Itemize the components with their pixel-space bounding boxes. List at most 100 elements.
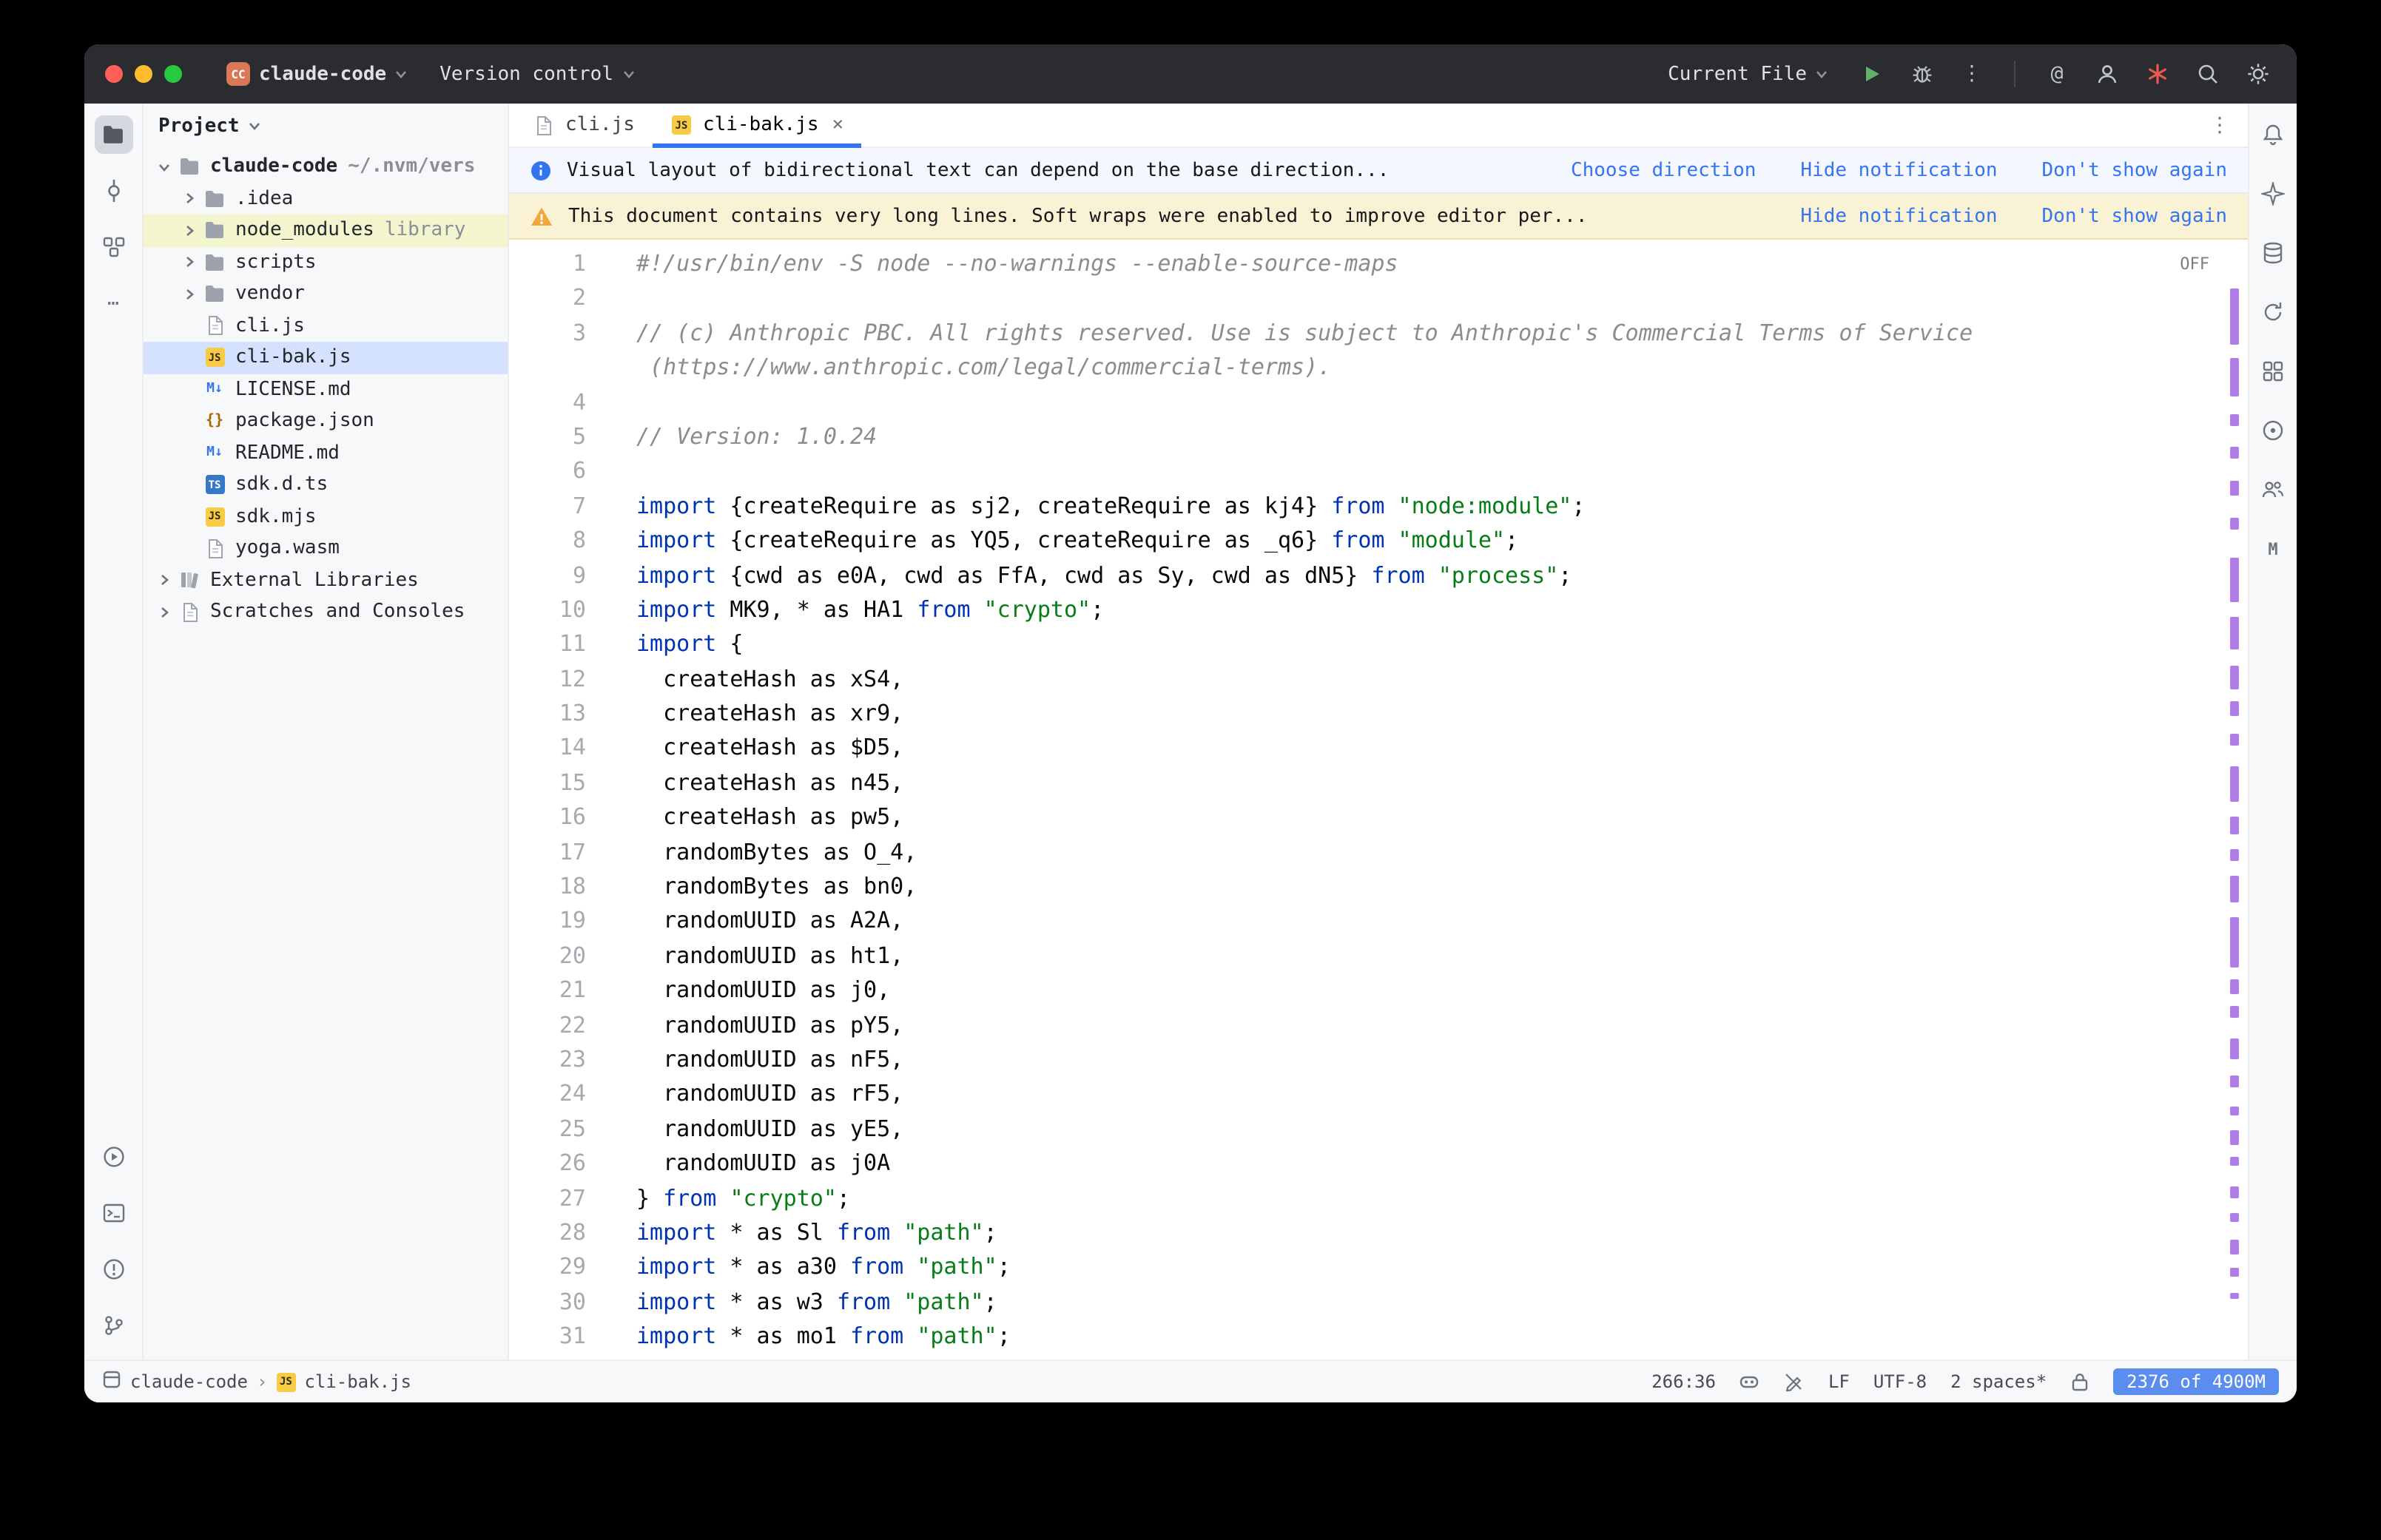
tree-item-sdk-mjs[interactable]: JSsdk.mjs	[144, 501, 508, 533]
code-line-6[interactable]: 6	[509, 455, 2248, 490]
commit-tool-icon[interactable]	[94, 172, 132, 210]
chevron-right-icon[interactable]	[152, 607, 175, 618]
code-line-28[interactable]: 28import * as Sl from "path";	[509, 1216, 2248, 1251]
breadcrumb-file[interactable]: cli-bak.js	[304, 1371, 411, 1392]
minimize-button[interactable]	[135, 65, 152, 83]
tree-item-scratches-and-consoles[interactable]: Scratches and Consoles	[144, 596, 508, 628]
tree-item-vendor[interactable]: vendor	[144, 278, 508, 310]
settings-button[interactable]	[2243, 59, 2273, 89]
code-line-15[interactable]: 15 createHash as n45,	[509, 766, 2248, 801]
more-tool-icon[interactable]: ⋯	[94, 284, 132, 322]
tree-item-readme-md[interactable]: M↓README.md	[144, 437, 508, 469]
git-tool-icon[interactable]	[94, 1306, 132, 1345]
code-line-30[interactable]: 30import * as w3 from "path";	[509, 1285, 2248, 1320]
build-tool-icon[interactable]	[2254, 411, 2292, 450]
plugin-alert-icon[interactable]	[2143, 59, 2172, 89]
services-tool-icon[interactable]	[94, 1138, 132, 1176]
code-line-5[interactable]: 5// Version: 1.0.24	[509, 420, 2248, 455]
tree-item-claude-code[interactable]: claude-code~/.nvm/vers	[144, 151, 508, 183]
code-line-27[interactable]: 27} from "crypto";	[509, 1181, 2248, 1216]
chevron-right-icon[interactable]	[178, 193, 200, 205]
plugins-tool-icon[interactable]	[2254, 352, 2292, 391]
ai-assistant-tool-icon[interactable]	[2254, 175, 2292, 213]
code-line-19[interactable]: 19 randomUUID as A2A,	[509, 905, 2248, 939]
notifications-tool-icon[interactable]	[2254, 115, 2292, 154]
code-line-26[interactable]: 26 randomUUID as j0A	[509, 1146, 2248, 1181]
zoom-button[interactable]	[164, 65, 182, 83]
vcs-widget[interactable]: Version control	[431, 57, 643, 91]
indent-widget[interactable]: 2 spaces*	[1950, 1371, 2047, 1392]
code-line-18[interactable]: 18 randomBytes as bn0,	[509, 870, 2248, 905]
settings-sync-tool-icon[interactable]	[2254, 293, 2292, 331]
maven-tool-icon[interactable]: M	[2254, 530, 2292, 568]
code-line-23[interactable]: 23 randomUUID as nF5,	[509, 1043, 2248, 1078]
chevron-right-icon[interactable]	[152, 575, 175, 587]
database-tool-icon[interactable]	[2254, 234, 2292, 272]
tree-item-yoga-wasm[interactable]: yoga.wasm	[144, 533, 508, 564]
code-line-31[interactable]: 31import * as mo1 from "path";	[509, 1320, 2248, 1354]
tree-item-license-md[interactable]: M↓LICENSE.md	[144, 374, 508, 405]
project-widget[interactable]: CC claude-code	[218, 56, 416, 92]
encoding-widget[interactable]: UTF-8	[1873, 1371, 1927, 1392]
code-line-14[interactable]: 14 createHash as $D5,	[509, 732, 2248, 766]
code-line-13[interactable]: 13 createHash as xr9,	[509, 697, 2248, 732]
warn-dont-show-again-link[interactable]: Don't show again	[2042, 205, 2227, 227]
code-editor[interactable]: 1#!/usr/bin/env -S node --no-warnings --…	[509, 240, 2248, 1360]
code-line-25[interactable]: 25 randomUUID as yE5,	[509, 1112, 2248, 1147]
code-line-22[interactable]: 22 randomUUID as pY5,	[509, 1008, 2248, 1043]
code-line-4[interactable]: 4	[509, 385, 2248, 420]
code-line-10[interactable]: 10import MK9, * as HA1 from "crypto";	[509, 593, 2248, 628]
readonly-lock-icon[interactable]	[2070, 1371, 2089, 1392]
highlighting-level-icon[interactable]	[1784, 1371, 1805, 1392]
mentions-icon[interactable]: @	[2042, 59, 2072, 89]
caret-position-widget[interactable]: 266:36	[1651, 1371, 1716, 1392]
run-configuration-selector[interactable]: Current File	[1659, 57, 1836, 91]
tab-cli-js[interactable]: cli.js	[515, 104, 653, 146]
problems-tool-icon[interactable]	[94, 1250, 132, 1289]
tree-item-scripts[interactable]: scripts	[144, 246, 508, 278]
code-line-21[interactable]: 21 randomUUID as j0,	[509, 973, 2248, 1008]
close-tab-icon[interactable]: ×	[832, 114, 844, 136]
warn-hide-notification-link[interactable]: Hide notification	[1800, 205, 1997, 227]
memory-indicator[interactable]: 2376 of 4900M	[2113, 1368, 2279, 1395]
code-line-8[interactable]: 8import {createRequire as YQ5, createReq…	[509, 524, 2248, 558]
code-line-24[interactable]: 24 randomUUID as rF5,	[509, 1078, 2248, 1112]
tree-item-sdk-d-ts[interactable]: TSsdk.d.ts	[144, 469, 508, 501]
more-actions-button[interactable]: ⋮	[1958, 59, 1987, 89]
profile-icon[interactable]	[2092, 59, 2122, 89]
line-separator-widget[interactable]: LF	[1828, 1371, 1850, 1392]
project-panel-header[interactable]: Project	[144, 104, 508, 148]
code-line-12[interactable]: 12 createHash as xS4,	[509, 662, 2248, 697]
tree-item-idea[interactable]: .idea	[144, 183, 508, 215]
code-line-7[interactable]: 7import {createRequire as sj2, createReq…	[509, 489, 2248, 524]
code-line-16[interactable]: 16 createHash as pw5,	[509, 801, 2248, 836]
code-line-wrap[interactable]: (https://www.anthropic.com/legal/commerc…	[509, 351, 2248, 385]
chevron-right-icon[interactable]	[178, 257, 200, 269]
collaboration-tool-icon[interactable]	[2254, 470, 2292, 509]
editor-scrollbar[interactable]	[2226, 240, 2243, 1360]
search-everywhere-button[interactable]	[2193, 59, 2223, 89]
tree-item-cli-bak-js[interactable]: JScli-bak.js	[144, 342, 508, 374]
chevron-right-icon[interactable]	[178, 225, 200, 237]
breadcrumb[interactable]: claude-code › JS cli-bak.js	[102, 1370, 411, 1394]
tab-cli-bak-js[interactable]: JScli-bak.js×	[653, 104, 861, 146]
tree-item-external-libraries[interactable]: External Libraries	[144, 564, 508, 596]
chevron-right-icon[interactable]	[178, 288, 200, 300]
copilot-icon[interactable]	[1740, 1371, 1760, 1392]
run-button[interactable]	[1857, 59, 1887, 89]
close-button[interactable]	[105, 65, 123, 83]
code-line-17[interactable]: 17 randomBytes as O_4,	[509, 835, 2248, 870]
tab-options-icon[interactable]: ⋮	[2192, 113, 2248, 137]
project-tool-icon[interactable]	[94, 115, 132, 154]
tree-item-cli-js[interactable]: cli.js	[144, 310, 508, 342]
debug-button[interactable]	[1907, 59, 1937, 89]
terminal-tool-icon[interactable]	[94, 1194, 132, 1232]
code-line-11[interactable]: 11import {	[509, 628, 2248, 663]
inspections-widget[interactable]: OFF	[2180, 247, 2209, 282]
tree-item-node-modules[interactable]: node_moduleslibrary	[144, 215, 508, 246]
structure-tool-icon[interactable]	[94, 228, 132, 266]
code-line-9[interactable]: 9import {cwd as e0A, cwd as FfA, cwd as …	[509, 558, 2248, 593]
info-hide-notification-link[interactable]: Hide notification	[1800, 159, 1997, 181]
code-line-29[interactable]: 29import * as a30 from "path";	[509, 1251, 2248, 1286]
tree-item-package-json[interactable]: {}package.json	[144, 405, 508, 437]
